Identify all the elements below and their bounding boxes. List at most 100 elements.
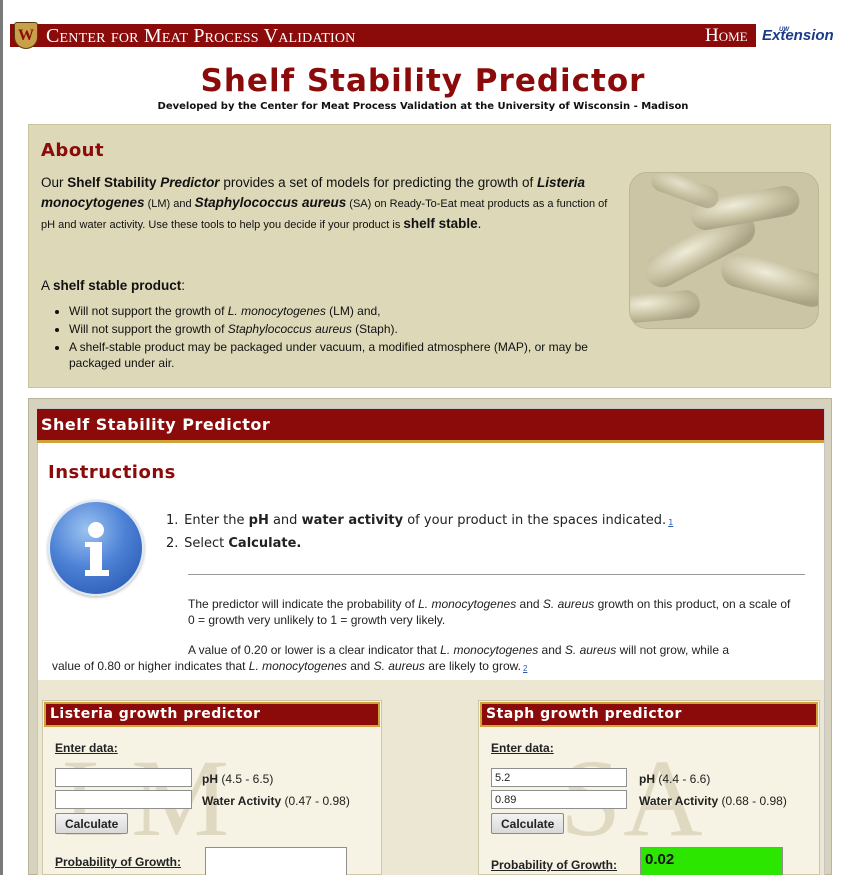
enter-data-text: Enter data <box>491 741 550 755</box>
note-text: and <box>346 659 374 673</box>
ph-range: (4.4 - 6.6) <box>655 772 711 786</box>
note-text: and <box>516 597 543 611</box>
about-text: (LM) and <box>144 198 195 210</box>
shelf-heading-bold: shelf stable product <box>53 278 182 293</box>
about-section: About Our Shelf Stability Predictor prov… <box>28 124 831 388</box>
listeria-ph-label: pH (4.5 - 6.5) <box>202 772 273 786</box>
instruction-step: 2. Select Calculate. <box>166 533 673 554</box>
listeria-heading: Listeria growth predictor <box>44 702 380 727</box>
note-text: will not grow, while a <box>616 643 729 657</box>
staph-name: Staphylococcus aureus <box>194 195 347 210</box>
about-heading: About <box>41 140 105 161</box>
enter-data-text: Enter data <box>55 741 114 755</box>
about-text-bold: Shelf Stability <box>67 175 161 190</box>
listeria-probability-output <box>205 847 347 875</box>
window-left-border <box>0 0 3 875</box>
step-text: Select <box>184 536 229 551</box>
staph-probability-label: Probability of Growth: <box>491 858 617 872</box>
info-icon-base <box>85 570 109 576</box>
note-text-italic: L. monocytogenes <box>440 643 539 657</box>
step-number: 2. <box>166 536 179 551</box>
ph-label-bold: pH <box>639 772 655 786</box>
divider <box>188 574 805 575</box>
aw-range: (0.68 - 0.98) <box>718 794 787 808</box>
probability-text: Probability of Growth <box>491 858 613 872</box>
list-item: Will not support the growth of L. monocy… <box>69 303 629 319</box>
step-text-bold: water activity <box>301 513 404 528</box>
staph-water-activity-label: Water Activity (0.68 - 0.98) <box>639 794 787 808</box>
probability-note: The predictor will indicate the probabil… <box>188 596 798 628</box>
aw-label-bold: Water Activity <box>639 794 719 808</box>
home-link[interactable]: Home <box>705 26 748 46</box>
page-subtitle: Developed by the Center for Meat Process… <box>157 101 689 112</box>
note-text-italic: S. aureus <box>542 597 595 611</box>
info-icon-dot <box>88 522 104 538</box>
staph-water-activity-input[interactable] <box>491 790 627 809</box>
step-text: and <box>268 513 302 528</box>
about-text: Our <box>41 175 68 190</box>
uw-crest-logo[interactable]: W <box>14 22 38 49</box>
bullet-text: (LM) and, <box>325 304 381 318</box>
footnote-link-2[interactable]: 2 <box>523 664 527 673</box>
listeria-water-activity-input[interactable] <box>55 790 192 809</box>
crest-letter: W <box>18 26 34 44</box>
staph-enter-data-label: Enter data: <box>491 741 554 755</box>
note-text: The predictor will indicate the probabil… <box>188 597 419 611</box>
staph-ph-label: pH (4.4 - 6.6) <box>639 772 710 786</box>
probability-colon: : <box>613 858 617 872</box>
about-text: provides a set of models for predicting … <box>219 175 537 190</box>
ph-label-bold: pH <box>202 772 218 786</box>
step-text-bold: Calculate. <box>228 536 302 551</box>
bullet-text-italic: Staphylococcus aureus <box>227 322 352 336</box>
shelf-stable-criteria-list: Will not support the growth of L. monocy… <box>69 303 629 373</box>
listeria-probability-label: Probability of Growth: <box>55 855 181 869</box>
listeria-ph-input[interactable] <box>55 768 192 787</box>
about-text-bold-italic: Predictor <box>160 175 220 190</box>
note-text: value of 0.80 or higher indicates that <box>52 659 249 673</box>
bullet-text: Will not support the growth of <box>69 304 228 318</box>
instruction-steps: 1. Enter the pH and water activity of yo… <box>166 510 673 554</box>
note-text: and <box>538 643 565 657</box>
instructions-title: Instructions <box>48 462 176 483</box>
aw-label-bold: Water Activity <box>202 794 282 808</box>
staph-heading: Staph growth predictor <box>480 702 818 727</box>
threshold-note-line1: A value of 0.20 or lower is a clear indi… <box>188 642 808 658</box>
aw-range: (0.47 - 0.98) <box>281 794 350 808</box>
extension-logo-small: UW <box>779 27 789 33</box>
step-text-bold: pH <box>248 513 269 528</box>
bullet-text-italic: L. monocytogenes <box>227 304 326 318</box>
site-title[interactable]: Center for Meat Process Validation <box>46 26 355 46</box>
shelf-stable-bold: shelf stable <box>403 216 478 231</box>
note-text-italic: L. monocytogenes <box>248 659 347 673</box>
listeria-calculate-button[interactable]: Calculate <box>55 813 129 834</box>
probability-text: Probability of Growth <box>55 855 177 869</box>
staph-calculate-button[interactable]: Calculate <box>491 813 565 834</box>
shelf-stable-heading: A shelf stable product: <box>41 278 185 293</box>
staph-probability-output: 0.02 <box>640 847 783 875</box>
list-item: Will not support the growth of Staphyloc… <box>69 321 629 337</box>
bacteria-image <box>629 172 819 329</box>
note-text: A value of 0.20 or lower is a clear indi… <box>188 643 441 657</box>
note-text-italic: L. monocytogenes <box>418 597 517 611</box>
listeria-water-activity-label: Water Activity (0.47 - 0.98) <box>202 794 350 808</box>
about-paragraph: Our Shelf Stability Predictor provides a… <box>41 173 611 235</box>
extension-logo[interactable]: UW Extension <box>762 27 834 44</box>
bullet-text: Will not support the growth of <box>69 322 228 336</box>
note-text: are likely to grow. <box>424 659 521 673</box>
note-text-italic: S. aureus <box>373 659 425 673</box>
note-text-italic: S. aureus <box>564 643 617 657</box>
ph-range: (4.5 - 6.5) <box>218 772 274 786</box>
threshold-note-line2: value of 0.80 or higher indicates that L… <box>52 658 812 677</box>
staph-ph-input[interactable] <box>491 768 627 787</box>
footnote-link-1[interactable]: 1 <box>668 518 673 527</box>
step-number: 1. <box>166 513 179 528</box>
probability-colon: : <box>177 855 181 869</box>
page-title: Shelf Stability Predictor <box>200 63 646 99</box>
shelf-heading-text: A <box>41 278 54 293</box>
listeria-enter-data-label: Enter data: <box>55 741 118 755</box>
enter-data-colon: : <box>113 741 118 755</box>
about-text: . <box>477 216 482 231</box>
shelf-heading-colon: : <box>181 278 186 293</box>
extension-logo-text: Extension <box>762 27 834 44</box>
enter-data-colon: : <box>549 741 554 755</box>
